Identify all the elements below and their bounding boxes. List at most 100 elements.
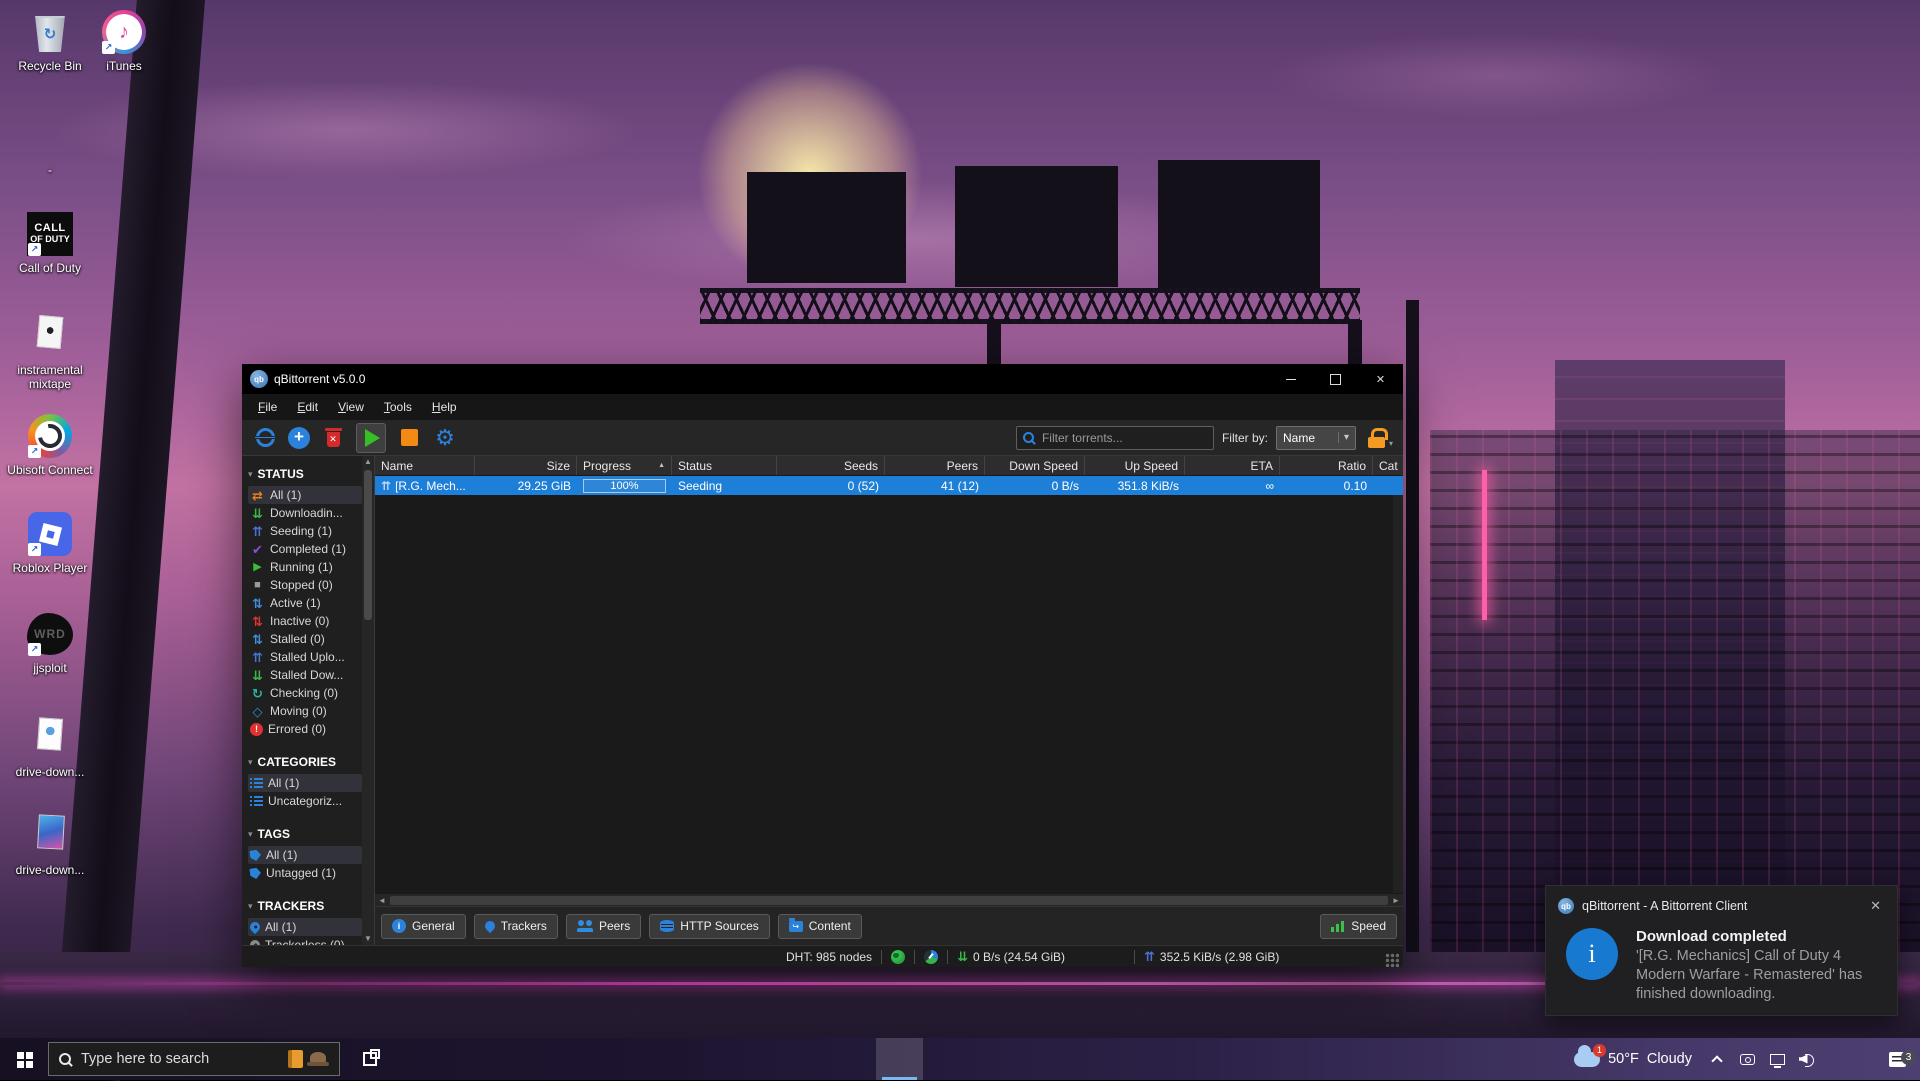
menu-item[interactable]: Tools: [374, 396, 422, 418]
sidebar-item[interactable]: Stalled Uplo...: [248, 648, 362, 666]
resume-torrent-icon[interactable]: [356, 423, 386, 453]
trackers-section-header[interactable]: TRACKERS: [248, 894, 362, 918]
scroll-down-icon[interactable]: ▼: [364, 933, 372, 945]
sidebar-item[interactable]: Errored (0): [248, 720, 362, 738]
column-header-up-speed[interactable]: Up Speed: [1085, 456, 1185, 475]
tray-network-button[interactable]: [1762, 1054, 1792, 1065]
options-gear-icon[interactable]: [432, 425, 458, 451]
sidebar-item[interactable]: Seeding (1): [248, 522, 362, 540]
taskbar-app-button[interactable]: [829, 1038, 876, 1080]
column-header-status[interactable]: Status: [672, 456, 777, 475]
desktop-icon[interactable]: Ubisoft Connect: [4, 412, 96, 478]
desktop-icon[interactable]: iTunes: [78, 8, 170, 74]
taskbar-app-button[interactable]: [500, 1038, 547, 1080]
delete-torrent-icon[interactable]: [320, 425, 346, 451]
taskbar-app-button[interactable]: [406, 1038, 453, 1080]
taskbar-search-input[interactable]: [79, 1050, 280, 1068]
taskbar-app-button[interactable]: [453, 1038, 500, 1080]
window-resize-grip[interactable]: [1385, 953, 1399, 967]
scrollbar-thumb[interactable]: [390, 896, 1388, 905]
desktop-icon[interactable]: -: [4, 112, 96, 178]
sidebar-item[interactable]: Active (1): [248, 594, 362, 612]
column-header-size[interactable]: Size: [475, 456, 577, 475]
taskbar-app-button[interactable]: [641, 1038, 688, 1080]
title-bar[interactable]: qBittorrent v5.0.0: [242, 364, 1403, 394]
sidebar-item[interactable]: Completed (1): [248, 540, 362, 558]
tags-section-header[interactable]: TAGS: [248, 822, 362, 846]
filter-torrents-input[interactable]: [1040, 430, 1207, 446]
scrollbar-thumb[interactable]: [364, 470, 372, 620]
menu-item[interactable]: Edit: [287, 396, 328, 418]
sidebar-item[interactable]: Stopped (0): [248, 576, 362, 594]
detail-tab[interactable]: Content: [778, 914, 862, 939]
taskbar-search-box[interactable]: [48, 1042, 340, 1076]
detail-tab[interactable]: Trackers: [474, 914, 558, 939]
maximize-button[interactable]: [1313, 364, 1358, 394]
filter-by-dropdown[interactable]: Name: [1276, 426, 1356, 450]
taskbar-app-button[interactable]: [688, 1038, 735, 1080]
column-header-progress[interactable]: Progress: [577, 456, 672, 475]
notification-toast[interactable]: qBittorrent - A Bittorrent Client ✕ Down…: [1545, 885, 1898, 1016]
taskbar-app-button[interactable]: [594, 1038, 641, 1080]
lock-dropdown-caret-icon[interactable]: ▾: [1389, 439, 1393, 448]
toast-close-icon[interactable]: ✕: [1866, 896, 1885, 916]
column-header-name[interactable]: Name: [375, 456, 475, 475]
desktop-icon[interactable]: drive-down...: [4, 714, 96, 780]
hidden-icons-chevron[interactable]: [1702, 1054, 1732, 1065]
add-torrent-file-icon[interactable]: [288, 427, 310, 449]
menu-item[interactable]: View: [328, 396, 374, 418]
column-header-category[interactable]: Cat: [1373, 456, 1403, 475]
taskbar-app-button[interactable]: [876, 1038, 923, 1080]
filter-search-box[interactable]: [1016, 426, 1214, 450]
taskbar-app-button[interactable]: [735, 1038, 782, 1080]
tab-speed[interactable]: Speed: [1320, 914, 1397, 939]
column-header-ratio[interactable]: Ratio: [1280, 456, 1373, 475]
menu-item[interactable]: Help: [422, 396, 467, 418]
column-header-peers[interactable]: Peers: [885, 456, 985, 475]
notification-center-button[interactable]: 3: [1884, 1052, 1910, 1067]
task-view-button[interactable]: [348, 1038, 392, 1080]
sidebar-item[interactable]: Checking (0): [248, 684, 362, 702]
torrent-row-selected[interactable]: [R.G. Mech... 29.25 GiB 100% Seeding 0 (…: [375, 476, 1403, 495]
close-button[interactable]: [1358, 364, 1403, 394]
sidebar-item[interactable]: Inactive (0): [248, 612, 362, 630]
sidebar-item[interactable]: All (1): [248, 846, 362, 864]
sidebar-item[interactable]: Untagged (1): [248, 864, 362, 882]
menu-item[interactable]: File: [248, 396, 287, 418]
tray-volume-button[interactable]: [1792, 1053, 1822, 1066]
lock-icon[interactable]: [1368, 428, 1385, 448]
column-header-down-speed[interactable]: Down Speed: [985, 456, 1085, 475]
sidebar-item[interactable]: Uncategoriz...: [248, 792, 362, 810]
minimize-button[interactable]: [1268, 364, 1313, 394]
desktop-icon[interactable]: Call of Duty: [4, 210, 96, 276]
alt-speed-gauge-icon[interactable]: [924, 950, 938, 964]
desktop-icon[interactable]: Roblox Player: [4, 510, 96, 576]
desktop-icon[interactable]: instramental mixtape: [4, 312, 96, 392]
scroll-left-icon[interactable]: ◄: [375, 896, 389, 905]
sidebar-item[interactable]: Running (1): [248, 558, 362, 576]
sidebar-item[interactable]: Downloadin...: [248, 504, 362, 522]
taskbar-app-button[interactable]: [547, 1038, 594, 1080]
column-header-seeds[interactable]: Seeds: [777, 456, 885, 475]
connection-status-globe-icon[interactable]: [891, 950, 905, 964]
add-torrent-link-icon[interactable]: [252, 425, 278, 451]
desktop-icon[interactable]: jjsploit: [4, 610, 96, 676]
scroll-up-icon[interactable]: ▲: [364, 456, 372, 468]
start-button[interactable]: [0, 1038, 48, 1080]
detail-tab[interactable]: Peers: [566, 914, 641, 939]
sidebar-item[interactable]: Stalled Dow...: [248, 666, 362, 684]
vertical-scrollbar[interactable]: [1393, 495, 1403, 893]
sidebar-item[interactable]: All (1): [248, 486, 362, 504]
sidebar-item[interactable]: All (1): [248, 918, 362, 936]
sidebar-scrollbar[interactable]: ▲ ▼: [362, 456, 374, 945]
weather-widget[interactable]: 1 50°F Cloudy: [1564, 1051, 1702, 1067]
tray-capture-button[interactable]: [1732, 1054, 1762, 1065]
sidebar-item[interactable]: Stalled (0): [248, 630, 362, 648]
column-header-eta[interactable]: ETA: [1185, 456, 1280, 475]
horizontal-scrollbar[interactable]: ◄ ►: [375, 893, 1403, 906]
sidebar-item[interactable]: All (1): [248, 774, 362, 792]
taskbar-app-button[interactable]: [782, 1038, 829, 1080]
sidebar-item[interactable]: Moving (0): [248, 702, 362, 720]
status-section-header[interactable]: STATUS: [248, 462, 362, 486]
desktop-icon[interactable]: drive-down...: [4, 812, 96, 878]
